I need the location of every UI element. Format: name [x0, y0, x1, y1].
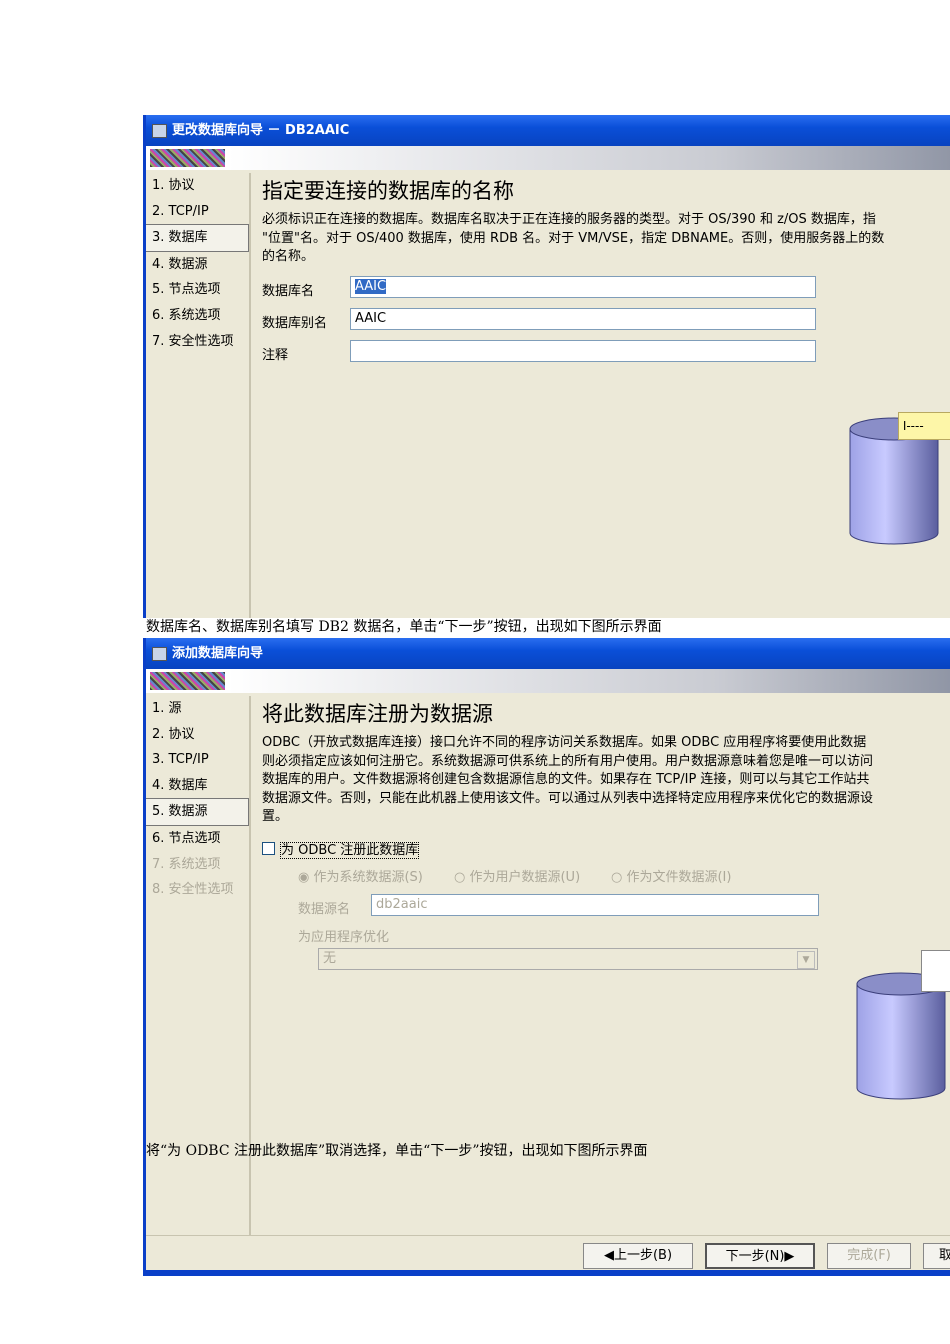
radio-system: ◉ 作为系统数据源(S): [298, 870, 423, 885]
window-title: 更改数据库向导 － DB2AAIC: [172, 123, 350, 138]
description: ODBC（开放式数据库连接）接口允许不同的程序访问关系数据库。如果 ODBC 应…: [262, 735, 874, 824]
nav-item[interactable]: 5. 节点选项: [146, 277, 249, 303]
alias-label: 数据库别名: [262, 316, 328, 331]
nav-item[interactable]: 4. 数据库: [146, 773, 249, 799]
nav-item-current[interactable]: 3. 数据库: [146, 224, 249, 252]
nav-item-disabled: 8. 安全性选项: [152, 882, 234, 898]
nav-item[interactable]: 6. 系统选项: [146, 303, 249, 329]
nav-item[interactable]: 2. 协议: [146, 722, 249, 748]
window-icon: [152, 124, 167, 138]
window-icon: [152, 647, 167, 661]
nav-item[interactable]: 2. TCP/IP: [146, 199, 249, 225]
optimize-select: 无 ▼: [318, 948, 818, 970]
dialog-add-database: 添加数据库向导 1. 源 2. 协议 3. TCP/IP 4. 数据库 5. 数…: [143, 638, 950, 1276]
button-bar: ◀上一步(B) 下一步(N)▶ 完成(F) 取: [146, 1235, 950, 1270]
back-button[interactable]: ◀上一步(B): [583, 1243, 693, 1269]
nav-item[interactable]: 4. 数据源: [146, 252, 249, 278]
dialog-change-database: 更改数据库向导 － DB2AAIC 1. 协议 2. TCP/IP 3. 数据库…: [143, 115, 950, 618]
caption-1: 数据库名、数据库别名填写 DB2 数据名，单击“下一步”按钮，出现如下图所示界面: [146, 619, 662, 635]
chevron-down-icon: ▼: [797, 951, 815, 969]
nav-item-current[interactable]: 5. 数据源: [146, 798, 249, 826]
logo-icon: [150, 149, 225, 167]
caption-2: 将“为 ODBC 注册此数据库”取消选择，单击“下一步”按钮，出现如下图所示界面: [146, 1143, 648, 1159]
wizard-nav: 1. 协议 2. TCP/IP 3. 数据库 4. 数据源 5. 节点选项 6.…: [146, 173, 251, 618]
radio-user: ○ 作为用户数据源(U): [454, 870, 581, 885]
comment-input[interactable]: [350, 340, 816, 362]
tag-icon: I----: [898, 412, 950, 440]
content: 将此数据库注册为数据源 ODBC（开放式数据库连接）接口允许不同的程序访问关系数…: [262, 698, 950, 827]
alias-input[interactable]: AAIC: [350, 308, 816, 330]
comment-label: 注释: [262, 348, 289, 363]
finish-button: 完成(F): [827, 1243, 911, 1269]
register-odbc-checkbox[interactable]: 为 ODBC 注册此数据库: [262, 839, 420, 859]
nav-item[interactable]: 1. 源: [146, 696, 249, 722]
nav-item-disabled: 7. 系统选项: [152, 856, 221, 872]
nav-item[interactable]: 7. 安全性选项: [146, 329, 249, 355]
title-bar: 添加数据库向导: [146, 638, 950, 669]
document-icon: [921, 950, 950, 992]
banner: [146, 146, 950, 170]
page-heading: 将此数据库注册为数据源: [262, 702, 493, 726]
nav-item[interactable]: 3. TCP/IP: [146, 747, 249, 773]
content: 指定要连接的数据库的名称 必须标识正在连接的数据库。数据库名取决于正在连接的服务…: [262, 175, 950, 267]
radio-file: ○ 作为文件数据源(I): [611, 870, 732, 885]
next-button[interactable]: 下一步(N)▶: [705, 1243, 815, 1269]
db-name-label: 数据库名: [262, 284, 315, 299]
description: 必须标识正在连接的数据库。数据库名取决于正在连接的服务器的类型。对于 OS/39…: [262, 212, 885, 264]
nav-item[interactable]: 1. 协议: [146, 173, 249, 199]
title-bar: 更改数据库向导 － DB2AAIC: [146, 115, 950, 146]
cancel-button[interactable]: 取: [923, 1243, 950, 1269]
optimize-label: 为应用程序优化: [298, 930, 390, 945]
checkbox-icon: [262, 842, 275, 855]
nav-item[interactable]: 6. 节点选项: [146, 826, 249, 852]
page-heading: 指定要连接的数据库的名称: [262, 179, 514, 203]
dsn-label: 数据源名: [298, 902, 351, 917]
window-title: 添加数据库向导: [172, 646, 264, 661]
db-name-input[interactable]: AAIC: [350, 276, 816, 298]
banner: [146, 669, 950, 693]
logo-icon: [150, 672, 225, 690]
dsn-input: db2aaic: [371, 894, 819, 916]
